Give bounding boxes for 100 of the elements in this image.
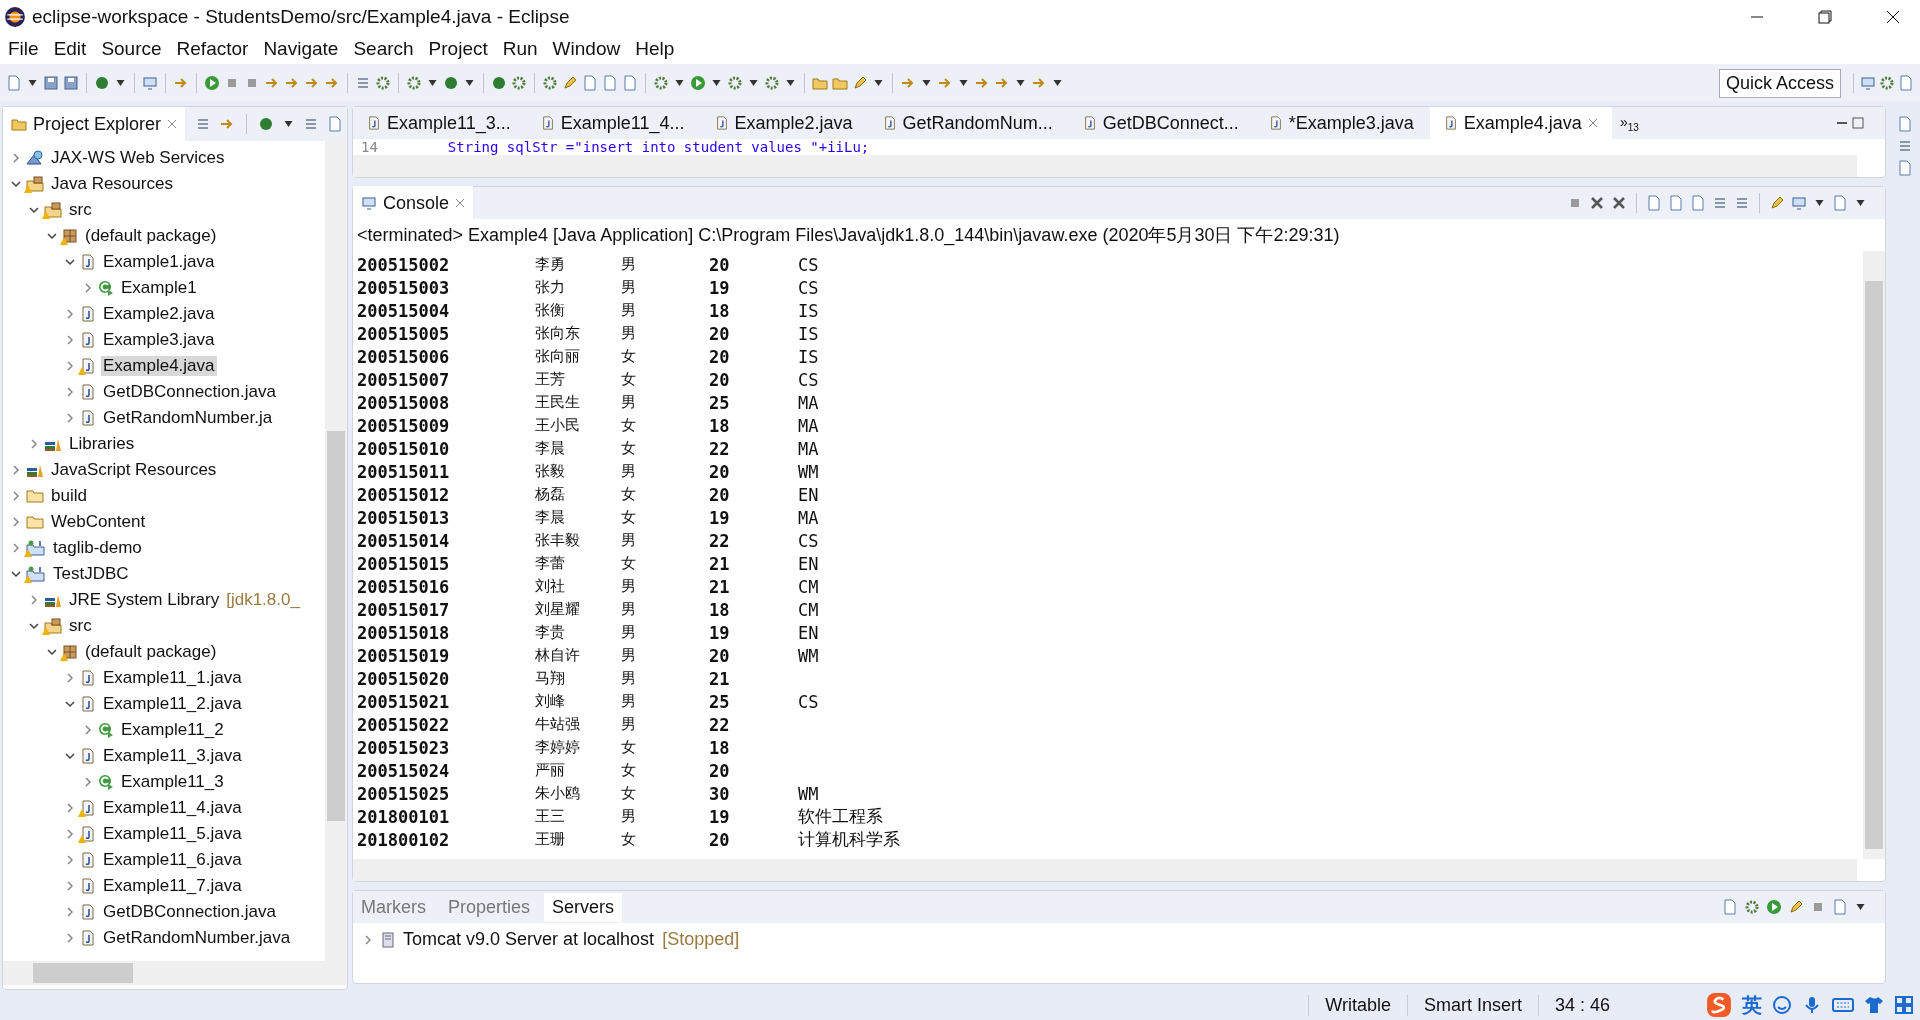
chevron-right-icon[interactable] [83,725,93,735]
close-icon[interactable] [1886,10,1900,24]
circle-icon[interactable] [258,116,275,132]
chevron-down-icon[interactable] [47,231,57,241]
tree-item[interactable]: Example1.java [101,252,217,272]
editor-tab[interactable]: Example4.java [1429,107,1612,139]
circle-icon[interactable] [491,75,507,91]
menu-item[interactable]: Source [101,38,162,60]
pencil-icon[interactable] [1788,899,1804,915]
chevron-right-icon[interactable] [65,855,75,865]
page-icon[interactable] [1646,195,1662,211]
tree-item[interactable]: taglib-demo [51,538,144,558]
chevron-right-icon[interactable] [29,439,39,449]
list-icon[interactable] [1897,138,1913,154]
tree-item[interactable]: Libraries [67,434,137,454]
dropdown-caret-icon[interactable] [874,80,883,86]
page-icon[interactable] [622,75,638,91]
tree-item[interactable]: Example11_1.java [101,668,244,688]
tree-item[interactable]: Example4.java [101,356,217,376]
page-icon[interactable] [1832,899,1848,915]
tree-item[interactable]: Java Resources [49,174,175,194]
folder-icon[interactable] [832,75,848,91]
menu-item[interactable]: Run [502,38,538,60]
chevron-right-icon[interactable] [65,881,75,891]
tree-item[interactable]: Example11_7.java [101,876,244,896]
scrollbar[interactable] [3,961,347,985]
tree-item[interactable]: Example11_5.java [101,824,244,844]
chevron-right-icon[interactable] [65,907,75,917]
page-icon[interactable] [1898,75,1914,91]
dropdown-caret-icon[interactable] [1856,200,1865,206]
play-icon[interactable] [1766,899,1782,915]
view-tab[interactable]: Project Explorer [3,107,186,141]
chevron-down-icon[interactable] [47,647,57,657]
list-icon[interactable] [355,75,371,91]
page-icon[interactable] [6,75,22,91]
tree-item[interactable]: JAX-WS Web Services [49,148,227,168]
menu-item[interactable]: Help [635,38,675,60]
monitor-icon[interactable] [1791,195,1807,211]
dropdown-caret-icon[interactable] [116,80,125,86]
chevron-right-icon[interactable] [83,283,93,293]
chevron-down-icon[interactable] [11,569,21,579]
circle-icon[interactable] [94,75,110,91]
chevron-down-icon[interactable] [29,205,39,215]
chevron-right-icon[interactable] [11,465,21,475]
chevron-right-icon[interactable] [65,309,75,319]
chevron-down-icon[interactable] [65,751,75,761]
scrollbar[interactable] [1863,251,1885,859]
pencil-icon[interactable] [1769,195,1785,211]
quick-access-field[interactable]: Quick Access [1718,68,1841,98]
tree-item[interactable]: GetDBConnection.java [101,382,278,402]
tree-item[interactable]: TestJDBC [51,564,131,584]
tree-item[interactable]: Example3.java [101,330,217,350]
folder-icon[interactable] [812,75,828,91]
dropdown-caret-icon[interactable] [749,80,758,86]
chevron-right-icon[interactable] [11,543,21,553]
tree-item[interactable]: Example11_6.java [101,850,244,870]
page-icon[interactable] [582,75,598,91]
chevron-right-icon[interactable] [65,829,75,839]
menu-item[interactable]: Refactor [176,38,249,60]
dropdown-caret-icon[interactable] [786,80,795,86]
view-tab[interactable]: Console [353,186,474,220]
page-icon[interactable] [602,75,618,91]
dropdown-caret-icon[interactable] [428,80,437,86]
pencil-icon[interactable] [852,75,868,91]
menu-item[interactable]: Search [353,38,414,60]
tree-item[interactable]: GetDBConnection.java [101,902,278,922]
play-icon[interactable] [204,75,220,91]
chevron-right-icon[interactable] [65,803,75,813]
dropdown-caret-icon[interactable] [1815,200,1824,206]
page-icon[interactable] [1832,195,1848,211]
dropdown-caret-icon[interactable] [1856,904,1865,910]
editor-tab[interactable]: GetRandomNum... [868,107,1067,139]
view-tab[interactable]: Servers [544,892,623,922]
server-name[interactable]: Tomcat v9.0 Server at localhost [403,929,655,950]
chevron-down-icon[interactable] [11,179,21,189]
tree-item[interactable]: JavaScript Resources [49,460,219,480]
chevron-right-icon[interactable] [363,934,373,945]
tree-item[interactable]: GetRandomNumber.java [101,928,293,948]
tree-item[interactable]: src [67,200,94,220]
input-mode[interactable]: 英 [1742,991,1762,1019]
tree-item[interactable]: Example11_3 [119,772,226,792]
menu-item[interactable]: Project [428,38,488,60]
scrollbar[interactable] [353,859,1857,881]
dropdown-caret-icon[interactable] [1016,80,1025,86]
page-icon[interactable] [1690,195,1706,211]
list-icon[interactable] [1734,195,1750,211]
editor-tab[interactable]: Example2.java [700,107,867,139]
tree-item[interactable]: Example11_2.java [101,694,244,714]
dropdown-caret-icon[interactable] [675,80,684,86]
editor-tab[interactable]: Example11_3... [353,107,525,139]
page-icon[interactable] [1897,160,1913,176]
gear-icon[interactable] [511,75,527,91]
play-icon[interactable] [690,75,706,91]
gear-icon[interactable] [653,75,669,91]
chevron-right-icon[interactable] [29,595,39,605]
dropdown-caret-icon[interactable] [959,80,968,86]
page-icon[interactable] [1668,195,1684,211]
keyboard-icon[interactable] [1832,997,1854,1013]
chevron-down-icon[interactable] [65,699,75,709]
chevron-right-icon[interactable] [11,153,21,163]
